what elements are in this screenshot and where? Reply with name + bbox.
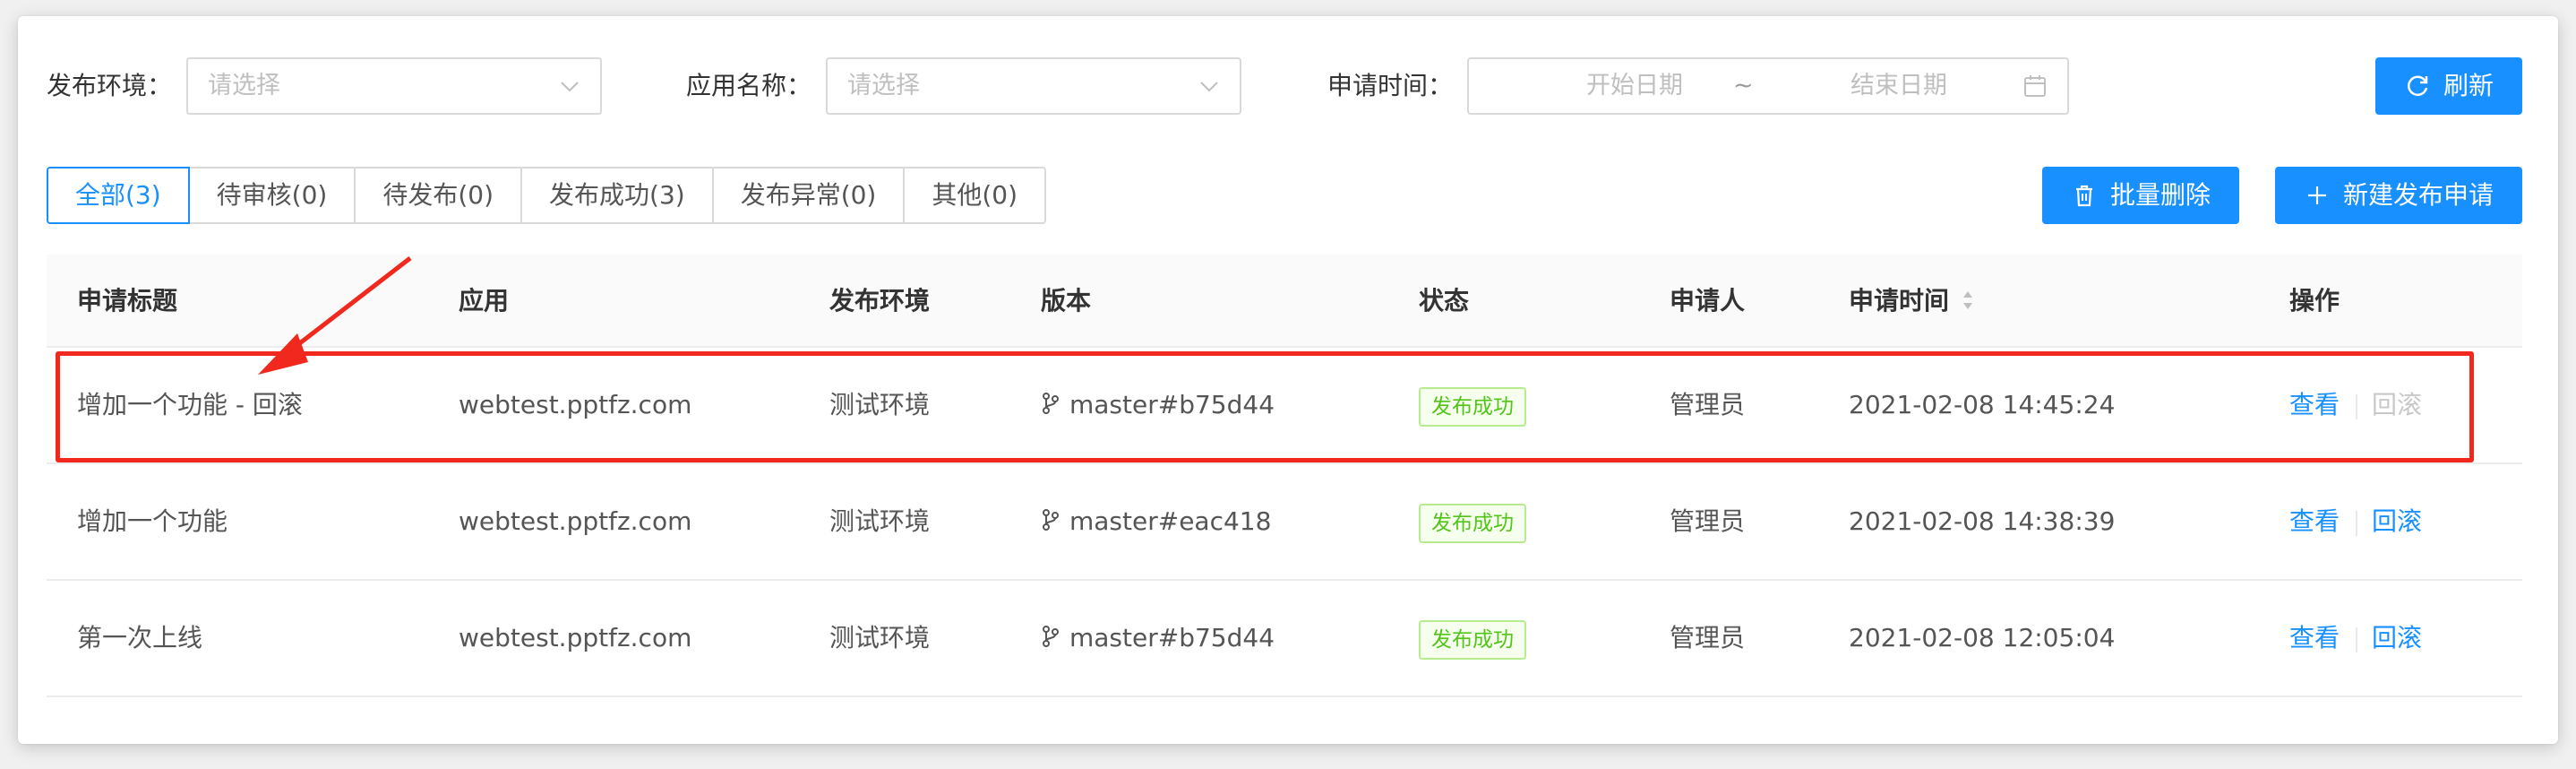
view-link[interactable]: 查看 xyxy=(2289,348,2340,462)
column-version: 版本 xyxy=(1041,286,1092,315)
table-row: 增加一个功能 webtest.pptfz.com 测试环境 master#eac… xyxy=(47,464,2522,581)
column-app: 应用 xyxy=(459,286,510,315)
view-link[interactable]: 查看 xyxy=(2289,581,2340,696)
row-title: 增加一个功能 xyxy=(77,506,228,536)
column-actions: 操作 xyxy=(2289,286,2340,315)
range-separator: ~ xyxy=(1733,72,1754,99)
status-badge: 发布成功 xyxy=(1419,620,1526,660)
table-row: 增加一个功能 - 回滚 webtest.pptfz.com 测试环境 maste… xyxy=(47,348,2522,464)
row-version: master#b75d44 xyxy=(1041,348,1275,462)
row-version: master#b75d44 xyxy=(1041,581,1275,696)
chevron-down-icon xyxy=(561,82,579,92)
refresh-button-label: 刷新 xyxy=(2443,71,2494,100)
view-link[interactable]: 查看 xyxy=(2289,464,2340,579)
row-title: 增加一个功能 - 回滚 xyxy=(77,390,303,419)
rollback-link[interactable]: 回滚 xyxy=(2372,464,2422,579)
column-applicant: 申请人 xyxy=(1670,286,1746,315)
env-select-placeholder: 请选择 xyxy=(208,72,280,99)
batch-delete-label: 批量删除 xyxy=(2109,180,2211,210)
date-range-picker[interactable]: 开始日期 ~ 结束日期 xyxy=(1467,57,2069,115)
sort-icon[interactable] xyxy=(1962,289,1974,312)
row-version-text: master#b75d44 xyxy=(1069,390,1275,419)
rollback-link[interactable]: 回滚 xyxy=(2372,581,2422,696)
env-select[interactable]: 请选择 xyxy=(186,57,602,115)
action-divider xyxy=(2356,511,2357,536)
batch-delete-button[interactable]: 批量删除 xyxy=(2042,167,2239,224)
new-release-request-button[interactable]: 新建发布申请 xyxy=(2275,167,2522,224)
app-filter-label: 应用名称： xyxy=(686,71,812,100)
plus-icon xyxy=(2307,186,2326,204)
status-badge: 发布成功 xyxy=(1419,504,1526,543)
column-time-label: 申请时间 xyxy=(1849,286,1950,315)
refresh-icon xyxy=(2408,75,2428,97)
tab-other[interactable]: 其他(0) xyxy=(903,167,1047,224)
refresh-button[interactable]: 刷新 xyxy=(2375,57,2522,115)
tab-all[interactable]: 全部(3) xyxy=(47,167,190,224)
column-time[interactable]: 申请时间 xyxy=(1849,255,1974,348)
tab-release-error[interactable]: 发布异常(0) xyxy=(711,167,906,224)
branch-icon xyxy=(1043,626,1059,647)
row-app: webtest.pptfz.com xyxy=(459,390,692,419)
end-date-input[interactable]: 结束日期 xyxy=(1823,59,1975,113)
trash-icon xyxy=(2075,185,2092,207)
app-select[interactable]: 请选择 xyxy=(826,57,1241,115)
column-env: 发布环境 xyxy=(829,286,931,315)
row-env: 测试环境 xyxy=(829,390,931,419)
action-divider xyxy=(2356,394,2357,419)
env-filter-label: 发布环境： xyxy=(47,71,173,100)
branch-icon xyxy=(1043,509,1059,531)
new-release-request-label: 新建发布申请 xyxy=(2342,180,2494,210)
column-status: 状态 xyxy=(1419,286,1470,315)
row-applicant: 管理员 xyxy=(1670,506,1746,536)
row-applicant: 管理员 xyxy=(1670,623,1746,652)
row-applicant: 管理员 xyxy=(1670,390,1746,419)
time-filter-label: 申请时间： xyxy=(1327,71,1454,100)
branch-icon xyxy=(1043,393,1059,414)
row-env: 测试环境 xyxy=(829,623,931,652)
row-time: 2021-02-08 14:45:24 xyxy=(1849,390,2116,419)
row-version: master#eac418 xyxy=(1041,464,1271,579)
row-title: 第一次上线 xyxy=(77,623,203,652)
app-select-placeholder: 请选择 xyxy=(847,72,920,99)
row-version-text: master#b75d44 xyxy=(1069,623,1275,652)
row-env: 测试环境 xyxy=(829,506,931,536)
row-app: webtest.pptfz.com xyxy=(459,506,692,536)
calendar-icon xyxy=(2024,75,2046,97)
action-divider xyxy=(2356,627,2357,652)
status-tabs: 全部(3) 待审核(0) 待发布(0) 发布成功(3) 发布异常(0) 其他(0… xyxy=(47,167,1047,224)
table-row: 第一次上线 webtest.pptfz.com 测试环境 master#b75d… xyxy=(47,581,2522,697)
tab-pending-release[interactable]: 待发布(0) xyxy=(354,167,523,224)
row-version-text: master#eac418 xyxy=(1069,506,1272,536)
rollback-link: 回滚 xyxy=(2372,390,2423,419)
tab-pending-review[interactable]: 待审核(0) xyxy=(187,167,356,224)
status-badge: 发布成功 xyxy=(1419,387,1526,427)
row-app: webtest.pptfz.com xyxy=(459,623,692,652)
tab-release-success[interactable]: 发布成功(3) xyxy=(520,167,714,224)
chevron-down-icon xyxy=(1200,82,1218,92)
row-time: 2021-02-08 12:05:04 xyxy=(1849,623,2116,652)
table-header: 申请标题 应用 发布环境 版本 状态 申请人 申请时间 操作 xyxy=(47,255,2522,348)
row-time: 2021-02-08 14:38:39 xyxy=(1849,506,2116,536)
start-date-input[interactable]: 开始日期 xyxy=(1558,59,1711,113)
column-title: 申请标题 xyxy=(77,286,178,315)
